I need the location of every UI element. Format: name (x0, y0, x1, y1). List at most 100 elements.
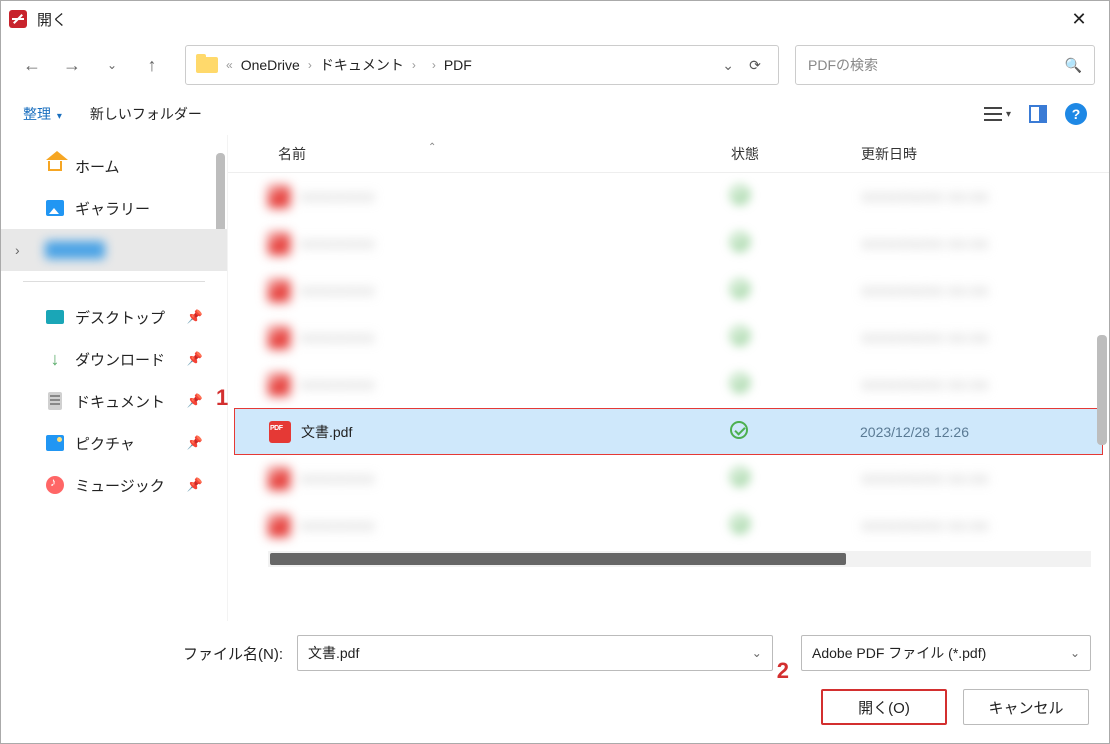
synced-icon (730, 421, 748, 439)
desktop-icon (46, 310, 64, 324)
file-row[interactable]: XXXXXXXX XXXX/XX/XX XX:XX (228, 267, 1109, 314)
synced-icon (731, 186, 749, 204)
chevron-down-icon: ⌄ (752, 646, 762, 660)
file-name: 文書.pdf (301, 422, 352, 442)
close-button[interactable]: ✕ (1057, 1, 1101, 37)
nav-row: ← → ⌄ ↑ « OneDrive › ドキュメント › › PDF ⌄ ⟳ … (1, 37, 1109, 93)
col-name[interactable]: 名前⌃ (228, 144, 731, 164)
synced-icon (731, 327, 749, 345)
address-dropdown[interactable]: ⌄ (722, 57, 734, 74)
sidebar-item-label: ホーム (75, 156, 120, 177)
annotation-marker-1: 1 (216, 385, 228, 411)
search-input[interactable]: PDFの検索 🔍 (795, 45, 1095, 85)
file-row[interactable]: XXXXXXXX XXXX/XX/XX XX:XX (228, 173, 1109, 220)
sidebar-separator (23, 281, 205, 282)
sidebar-item-label: ピクチャ (75, 433, 135, 454)
recent-dropdown[interactable]: ⌄ (95, 48, 129, 82)
open-button[interactable]: 開く(O) (821, 689, 947, 725)
sidebar: ホーム ギャラリー デスクトップ 📌 ↓ ダウンロード 📌 (1, 135, 227, 621)
pdf-icon (268, 374, 290, 396)
help-button[interactable]: ? (1065, 103, 1087, 125)
filename-value: 文書.pdf (308, 643, 359, 663)
filename-input[interactable]: 文書.pdf ⌄ (297, 635, 773, 671)
music-icon (46, 476, 64, 494)
home-icon (48, 161, 62, 171)
sidebar-item-selected[interactable] (1, 229, 227, 271)
crumb-pdf[interactable]: PDF (444, 57, 472, 73)
file-row[interactable]: XXXXXXXX XXXX/XX/XX XX:XX (228, 220, 1109, 267)
col-state[interactable]: 状態 (731, 144, 861, 164)
synced-icon (731, 515, 749, 533)
vertical-scrollbar[interactable] (1097, 335, 1107, 445)
search-placeholder: PDFの検索 (808, 55, 1065, 75)
sidebar-item-pictures[interactable]: ピクチャ 📌 (1, 422, 227, 464)
dialog-body: ホーム ギャラリー デスクトップ 📌 ↓ ダウンロード 📌 (1, 135, 1109, 621)
forward-button[interactable]: → (55, 48, 89, 82)
titlebar: 開く ✕ (1, 1, 1109, 37)
sidebar-item-music[interactable]: ミュージック 📌 (1, 464, 227, 506)
up-button[interactable]: ↑ (135, 48, 169, 82)
cancel-button[interactable]: キャンセル (963, 689, 1089, 725)
dialog-title: 開く (37, 9, 67, 30)
horizontal-scrollbar[interactable] (268, 551, 1091, 567)
synced-icon (731, 468, 749, 486)
sidebar-item-documents[interactable]: ドキュメント 📌 (1, 380, 227, 422)
open-file-dialog: 開く ✕ ← → ⌄ ↑ « OneDrive › ドキュメント › › PDF… (0, 0, 1110, 744)
document-icon (48, 392, 62, 410)
gallery-icon (46, 200, 64, 216)
file-pane: 1 名前⌃ 状態 更新日時 XXXXXXXX XXXX/XX/XX XX:XX … (227, 135, 1109, 621)
sidebar-item-label: ミュージック (75, 475, 165, 496)
chevron-icon: › (432, 58, 436, 72)
filter-label: Adobe PDF ファイル (*.pdf) (812, 643, 986, 663)
redacted-item (45, 241, 105, 259)
synced-icon (731, 280, 749, 298)
annotation-marker-2: 2 (777, 658, 789, 684)
pictures-icon (46, 435, 64, 451)
file-row[interactable]: XXXXXXXX XXXX/XX/XX XX:XX (228, 314, 1109, 361)
pin-icon: 📌 (187, 477, 203, 493)
sidebar-item-gallery[interactable]: ギャラリー (1, 187, 227, 229)
chevron-icon: › (308, 58, 312, 72)
sidebar-item-label: ギャラリー (75, 198, 150, 219)
file-list: XXXXXXXX XXXX/XX/XX XX:XX XXXXXXXX XXXX/… (228, 173, 1109, 621)
file-row[interactable]: XXXXXXXX XXXX/XX/XX XX:XX (228, 502, 1109, 549)
new-folder-button[interactable]: 新しいフォルダー (90, 104, 202, 124)
file-date: 2023/12/28 12:26 (860, 424, 1090, 440)
preview-pane-button[interactable] (1029, 105, 1047, 123)
pdf-icon (268, 468, 290, 490)
pin-icon: 📌 (187, 309, 203, 325)
pdf-icon (268, 280, 290, 302)
sidebar-item-downloads[interactable]: ↓ ダウンロード 📌 (1, 338, 227, 380)
sidebar-item-label: デスクトップ (75, 307, 165, 328)
file-row[interactable]: XXXXXXXX XXXX/XX/XX XX:XX (228, 361, 1109, 408)
sidebar-item-home[interactable]: ホーム (1, 145, 227, 187)
file-row[interactable]: XXXXXXXX XXXX/XX/XX XX:XX (228, 455, 1109, 502)
toolbar: 整理 ▾ 新しいフォルダー ▾ ? (1, 93, 1109, 135)
synced-icon (731, 374, 749, 392)
pdf-icon (269, 421, 291, 443)
col-date[interactable]: 更新日時 (861, 144, 1091, 164)
sidebar-item-desktop[interactable]: デスクトップ 📌 (1, 296, 227, 338)
file-type-filter[interactable]: Adobe PDF ファイル (*.pdf) ⌄ (801, 635, 1091, 671)
pin-icon: 📌 (187, 435, 203, 451)
back-button[interactable]: ← (15, 48, 49, 82)
download-icon: ↓ (45, 349, 65, 369)
address-bar[interactable]: « OneDrive › ドキュメント › › PDF ⌄ ⟳ (185, 45, 779, 85)
pdf-icon (268, 327, 290, 349)
view-mode-button[interactable]: ▾ (984, 107, 1011, 121)
synced-icon (731, 233, 749, 251)
sidebar-item-label: ドキュメント (75, 391, 165, 412)
folder-icon (196, 57, 218, 73)
filename-label: ファイル名(N): (19, 643, 289, 664)
pin-icon: 📌 (187, 393, 203, 409)
chevron-down-icon: ⌄ (1070, 646, 1080, 660)
crumb-root[interactable]: OneDrive (241, 57, 300, 73)
organize-menu[interactable]: 整理 ▾ (23, 104, 62, 124)
pin-icon: 📌 (187, 351, 203, 367)
refresh-button[interactable]: ⟳ (742, 57, 768, 74)
pdf-icon (268, 186, 290, 208)
crumb-documents[interactable]: ドキュメント (320, 55, 404, 75)
file-row-selected[interactable]: 文書.pdf 2023/12/28 12:26 (234, 408, 1103, 455)
app-icon (9, 10, 27, 28)
pdf-icon (268, 515, 290, 537)
